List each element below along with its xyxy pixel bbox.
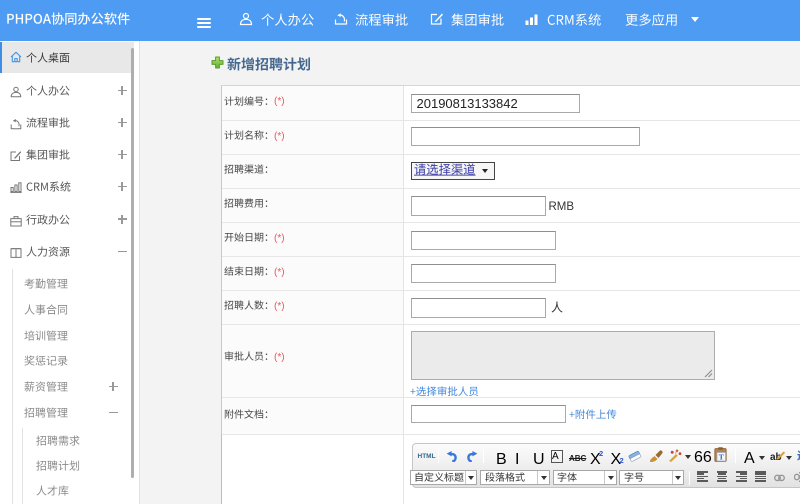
svg-text:T: T bbox=[719, 452, 724, 461]
